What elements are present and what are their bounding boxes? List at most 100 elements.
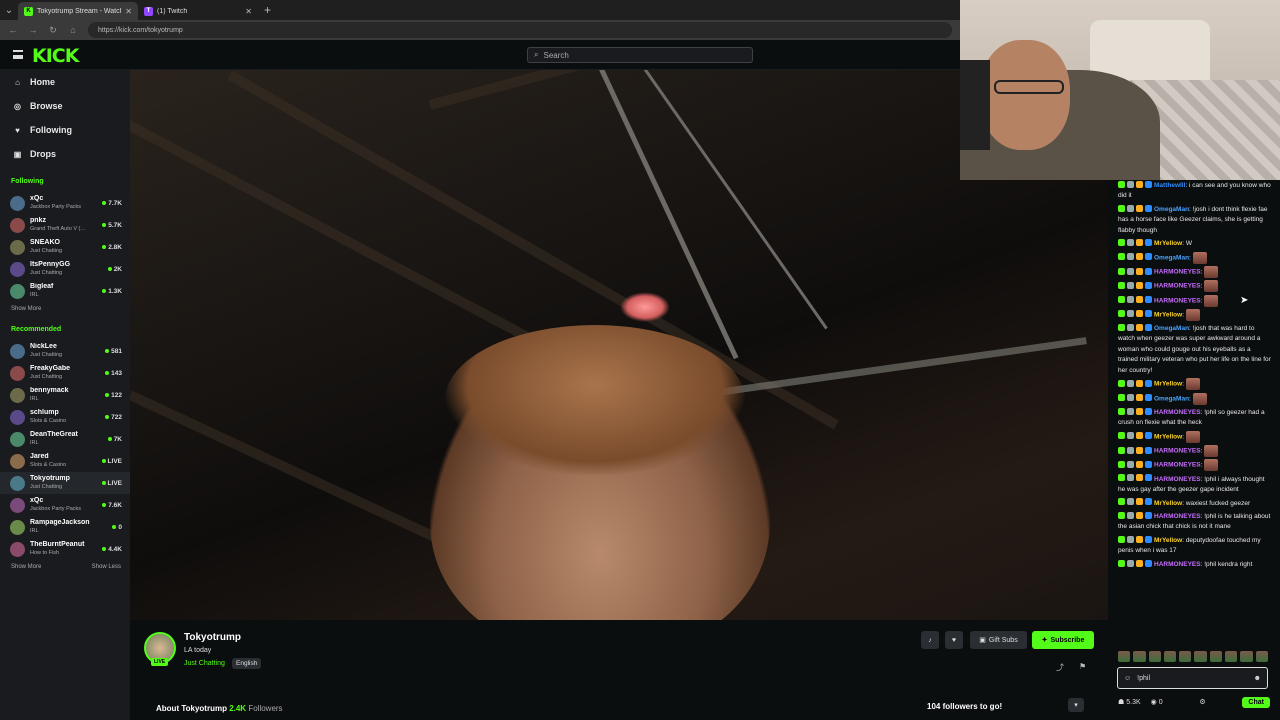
emote[interactable] (1163, 651, 1177, 662)
chat-username[interactable]: OmegaMan (1154, 255, 1189, 262)
chat-username[interactable]: HARMONEYES (1154, 513, 1201, 520)
nav-browse[interactable]: ◎ Browse (0, 94, 130, 118)
channel-item[interactable]: xQc Jackbox Party Packs 7.6K (0, 494, 130, 516)
chat-username[interactable]: MrYellow (1154, 499, 1182, 506)
show-more-link[interactable]: Show More (11, 306, 41, 312)
chat-username[interactable]: MrYellow (1154, 537, 1182, 544)
reload-icon[interactable]: ↻ (48, 25, 58, 36)
smiley-icon[interactable]: ☻ (1254, 675, 1261, 682)
chat-input[interactable]: ☺ !phil ☻ (1117, 667, 1268, 689)
chat-username[interactable]: MrYellow (1154, 312, 1182, 319)
goal-toggle-button[interactable]: ▾ (1068, 698, 1084, 712)
streamer-name[interactable]: Tokyotrump (184, 632, 241, 643)
nav-following[interactable]: ♥ Following (0, 118, 130, 142)
channel-item[interactable]: Jared Slots & Casino LIVE (0, 450, 130, 472)
show-less-link[interactable]: Show Less (92, 564, 121, 570)
chat-send-button[interactable]: Chat (1242, 696, 1270, 708)
channel-item[interactable]: ItsPennyGG Just Chatting 2K (0, 258, 130, 280)
recommended-show-controls: Show More Show Less (0, 560, 130, 574)
chat-username[interactable]: HARMONEYES (1154, 476, 1201, 483)
channel-item[interactable]: NickLee Just Chatting 581 (0, 340, 130, 362)
new-tab-icon[interactable]: + (264, 3, 271, 17)
channel-points[interactable]: ◉ 0 (1151, 698, 1163, 706)
channel-item[interactable]: Bigleaf IRL 1.3K (0, 280, 130, 302)
emote[interactable] (1209, 651, 1223, 662)
avatar (10, 431, 25, 447)
chat-username[interactable]: Matthewlll (1154, 182, 1185, 189)
gift-subs-button[interactable]: ▣ Gift Subs (970, 631, 1027, 649)
channel-item[interactable]: TheBurntPeanut How to Fish 4.4K (0, 538, 130, 560)
emote[interactable] (1133, 651, 1146, 662)
settings-icon[interactable]: ⚙ (1199, 698, 1205, 706)
nav-drops[interactable]: ▣ Drops (0, 142, 130, 166)
channel-category: Just Chatting (30, 352, 63, 358)
badge-icon (1136, 310, 1143, 318)
channel-category: IRL (30, 292, 39, 298)
kick-logo[interactable]: KICK (32, 45, 79, 67)
emote[interactable] (1118, 651, 1131, 662)
chat-username[interactable]: HARMONEYES (1154, 269, 1201, 276)
emote[interactable] (1240, 651, 1253, 662)
user-badges (1118, 379, 1154, 390)
close-tab-icon[interactable]: ✕ (245, 7, 252, 16)
chat-username[interactable]: HARMONEYES (1154, 448, 1201, 455)
badge-icon (1118, 253, 1125, 261)
nav-home[interactable]: ⌂ Home (0, 70, 130, 94)
home-icon[interactable]: ⌂ (68, 25, 78, 35)
emote[interactable] (1225, 651, 1238, 662)
chat-username[interactable]: HARMONEYES (1154, 462, 1201, 469)
notification-button[interactable]: ♪ (921, 631, 939, 649)
share-icon[interactable]: ⤴ (1056, 662, 1064, 673)
channel-item[interactable]: xQc Jackbox Party Packs 7.7K (0, 192, 130, 214)
chat-message: HARMONEYES: (1108, 445, 1280, 458)
report-icon[interactable]: ⚑ (1079, 662, 1086, 671)
chat-message: OmegaMan: (1108, 251, 1280, 264)
emote[interactable] (1148, 651, 1161, 662)
following-show-more[interactable]: Show More (0, 302, 130, 316)
language-tag[interactable]: English (232, 658, 262, 669)
emote[interactable] (1194, 651, 1207, 662)
chat-username[interactable]: HARMONEYES (1154, 561, 1201, 568)
channel-item[interactable]: schlump Slots & Casino 722 (0, 406, 130, 428)
badge-icon (1136, 432, 1143, 440)
browser-tab-twitch[interactable]: T (1) Twitch ✕ (138, 2, 258, 20)
badge-icon (1127, 535, 1134, 543)
tab-search-icon[interactable]: ⌄ (0, 0, 18, 20)
menu-icon[interactable] (13, 50, 23, 59)
chat-username[interactable]: HARMONEYES (1154, 297, 1201, 304)
channel-item[interactable]: DeanTheGreat IRL 7K (0, 428, 130, 450)
channel-category: Just Chatting (30, 374, 63, 380)
channel-item[interactable]: Tokyotrump Just Chatting LIVE (0, 472, 130, 494)
channel-name: schlump (30, 409, 59, 416)
back-icon[interactable]: ← (8, 25, 18, 35)
chat-username[interactable]: HARMONEYES (1154, 409, 1201, 416)
chat-username[interactable]: OmegaMan (1154, 395, 1189, 402)
channel-item[interactable]: pnkz Grand Theft Auto V (… 5.7K (0, 214, 130, 236)
chat-username[interactable]: OmegaMan (1154, 206, 1189, 213)
show-more-link[interactable]: Show More (11, 564, 41, 570)
emote[interactable] (1179, 651, 1192, 662)
chat-username[interactable]: MrYellow (1154, 381, 1182, 388)
url-field[interactable]: https://kick.com/tokyotrump (88, 22, 952, 38)
channel-item[interactable]: RampageJackson IRL 0 (0, 516, 130, 538)
chat-username[interactable]: MrYellow (1154, 434, 1182, 441)
emote (1192, 251, 1207, 264)
close-tab-icon[interactable]: ✕ (125, 7, 132, 16)
chat-username[interactable]: MrYellow (1154, 240, 1182, 247)
subscribe-button[interactable]: ✦ Subscribe (1032, 631, 1094, 649)
search-input[interactable]: ⌕ Search (527, 47, 753, 63)
channel-item[interactable]: SNEAKO Just Chatting 2.8K (0, 236, 130, 258)
follow-button[interactable]: ♥ (945, 631, 963, 649)
chat-username[interactable]: OmegaMan (1154, 325, 1189, 332)
emote[interactable] (1255, 651, 1268, 662)
user-badges (1118, 498, 1154, 509)
user-badges (1118, 393, 1154, 404)
channel-item[interactable]: bennymack IRL 122 (0, 384, 130, 406)
stream-category[interactable]: Just Chatting (184, 660, 225, 667)
channel-item[interactable]: FreakyGabe Just Chatting 143 (0, 362, 130, 384)
emote-picker-icon[interactable]: ☺ (1124, 675, 1131, 682)
chat-username[interactable]: HARMONEYES (1154, 283, 1201, 290)
forward-icon[interactable]: → (28, 25, 38, 35)
search-icon: ⌕ (534, 50, 539, 59)
browser-tab-kick[interactable]: K Tokyotrump Stream - Watch L ✕ (18, 2, 138, 20)
